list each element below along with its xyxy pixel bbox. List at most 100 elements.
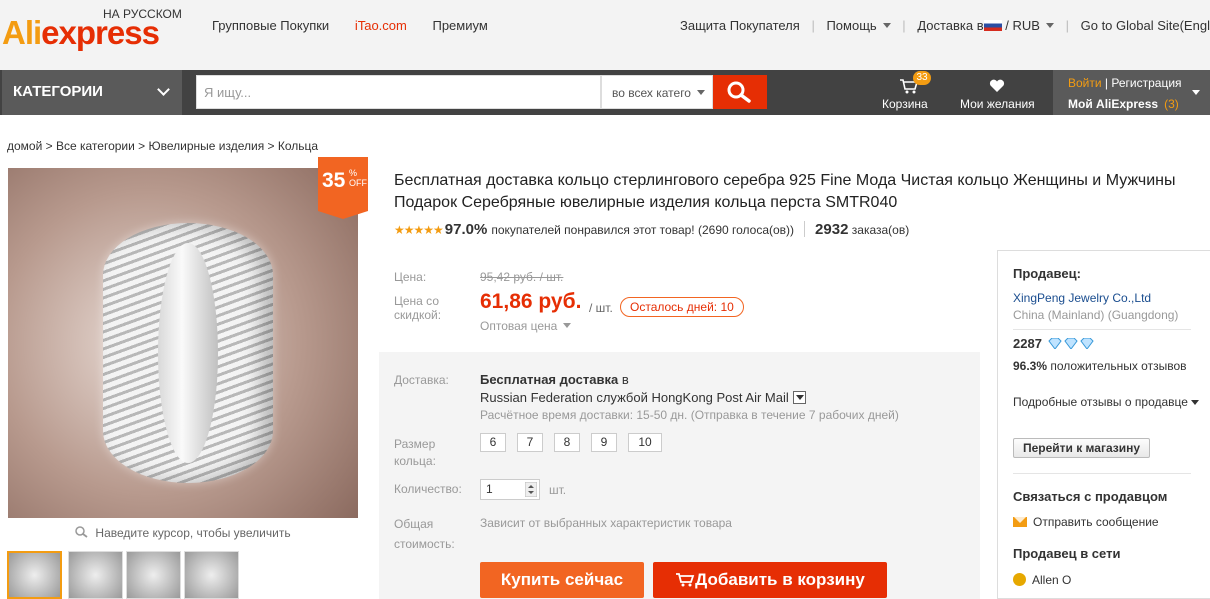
quantity-label: Количество: [394,482,462,496]
top-links: Групповые Покупки iTao.com Премиум [212,18,510,33]
search-scope-label: во всех катего [612,86,691,100]
ring-image [103,223,273,483]
shipping-method[interactable]: Russian Federation службой HongKong Post… [480,390,806,405]
detailed-feedback-label: Подробные отзывы о продавце [1013,395,1188,409]
free-shipping-text: Бесплатная доставка [480,372,619,387]
currency-label: RUB [1012,18,1040,33]
contact-heading: Связаться с продавцом [1013,489,1168,504]
cart-count-badge: 33 [913,71,931,85]
positive-percent: 96.3% [1013,359,1048,373]
divider [1013,329,1191,330]
register-link[interactable]: Регистрация [1111,76,1181,90]
total-value: Зависит от выбранных характеристик товар… [480,516,732,530]
wholesale-label: Оптовая цена [480,319,558,333]
search-input[interactable]: Я ищу... [196,75,601,109]
seller-score: 2287 [1013,336,1094,351]
price-label: Цена: [394,270,427,284]
wholesale-price-toggle[interactable]: Оптовая цена [480,319,572,333]
send-message-link[interactable]: Отправить сообщение [1013,515,1159,529]
size-option-10[interactable]: 10 [628,433,662,452]
old-price: 95,42 руб. / шт. [480,270,564,284]
search-bar: КАТЕГОРИИ Я ищу... во всех катего 33 Кор… [0,70,1210,115]
shipping-in: в [621,372,629,387]
categories-button[interactable]: КАТЕГОРИИ [2,70,182,115]
product-title: Бесплатная доставка кольцо стерлингового… [394,172,1176,211]
size-option-8[interactable]: 8 [554,433,580,452]
orders-label: заказа(ов) [851,223,910,237]
send-message-label: Отправить сообщение [1033,515,1159,529]
wishlist-button[interactable]: Мои желания [958,70,1048,115]
ship-to-label: Доставка в [917,18,984,33]
quantity-unit: шт. [549,483,567,497]
cart-button[interactable]: 33 Корзина [880,70,940,115]
product-main-image[interactable] [8,168,358,518]
discount-off: OFF [349,178,367,188]
positive-text: положительных отзывов [1050,359,1187,373]
search-icon [727,81,751,103]
add-to-cart-label: Добавить в корзину [695,570,865,589]
chevron-down-icon [696,90,705,95]
seller-name-link[interactable]: XingPeng Jewelry Co.,Ltd [1013,291,1151,305]
size-option-9[interactable]: 9 [591,433,617,452]
ring-size-label: Размер кольца: [394,437,436,468]
cart-icon [676,573,695,587]
positive-feedback: 96.3% положительных отзывов [1013,358,1187,374]
seller-score-value: 2287 [1013,336,1042,351]
russia-flag-icon [983,20,1002,31]
shipping-time: Расчётное время доставки: 15-50 дн. (Отп… [480,408,899,422]
seller-heading: Продавец: [1013,266,1081,281]
quantity-stepper[interactable]: 1 [480,479,540,500]
size-option-7[interactable]: 7 [517,433,543,452]
group-buy-link[interactable]: Групповые Покупки [212,18,329,33]
discount-price-label: Цена со скидкой: [394,294,442,322]
discount-suffix: % OFF [349,168,367,188]
my-aliexpress-count: (3) [1164,97,1179,111]
divider: | [902,18,906,33]
diamond-icon [1047,338,1062,349]
itao-link[interactable]: iTao.com [355,18,407,33]
seller-panel: Продавец: XingPeng Jewelry Co.,Ltd China… [997,250,1210,599]
account-menu[interactable]: Войти | Регистрация Мой AliExpress (3) [1053,70,1210,115]
buy-now-button[interactable]: Купить сейчас [480,562,644,598]
shipping-method-text: Russian Federation службой HongKong Post… [480,390,789,405]
rating-row: ★★★★★ 97.0% покупателей понравился этот то… [394,221,909,238]
thumbnail-4[interactable] [184,551,239,599]
rating-text[interactable]: покупателей понравился этот товар! (2690… [491,223,794,237]
days-left-badge: Осталось дней: 10 [620,297,744,317]
wishlist-label: Мои желания [960,97,1035,111]
help-menu[interactable]: Помощь [826,18,891,33]
my-aliexpress[interactable]: Мой AliExpress (3) [1068,97,1179,111]
search-button[interactable] [713,75,767,109]
ship-to-menu[interactable]: Доставка в / RUB [917,18,1054,33]
thumbnail-3[interactable] [126,551,181,599]
discount-percent-sign: % [349,168,358,178]
global-site-link[interactable]: Go to Global Site(English) [1081,18,1210,33]
right-links: Защита Покупателя | Помощь | Доставка в … [680,18,1210,33]
total-label: Общая стоимость: [394,517,455,551]
chevron-down-icon [882,23,891,28]
online-seller[interactable]: Allen O [1013,573,1071,587]
premium-link[interactable]: Премиум [432,18,487,33]
thumbnail-1[interactable] [7,551,62,599]
quantity-value: 1 [486,482,493,496]
dropdown-icon[interactable] [792,391,806,404]
stepper-arrows-icon[interactable] [525,482,537,497]
breadcrumb[interactable]: домой > Все категории > Ювелирные издели… [7,139,318,153]
search-scope-select[interactable]: во всех катего [601,75,713,109]
login-link[interactable]: Войти [1068,76,1102,90]
rating-percent: 97.0% [444,221,488,238]
diamond-icon [1063,338,1078,349]
size-option-6[interactable]: 6 [480,433,506,452]
go-to-store-button[interactable]: Перейти к магазину [1013,438,1150,458]
online-status-icon [1013,573,1026,586]
price-unit: / шт. [589,301,613,315]
online-heading: Продавец в сети [1013,546,1121,561]
detailed-feedback[interactable]: Подробные отзывы о продавце [1013,394,1199,410]
language-label[interactable]: НА РУССКОМ [103,7,182,21]
chevron-down-icon [1045,23,1054,28]
shipping-label: Доставка: [394,373,449,387]
add-to-cart-button[interactable]: Добавить в корзину [653,562,887,598]
thumbnail-2[interactable] [68,551,123,599]
buyer-protection-link[interactable]: Защита Покупателя [680,18,800,33]
zoom-hint: Наведите курсор, чтобы увеличить [8,518,358,546]
